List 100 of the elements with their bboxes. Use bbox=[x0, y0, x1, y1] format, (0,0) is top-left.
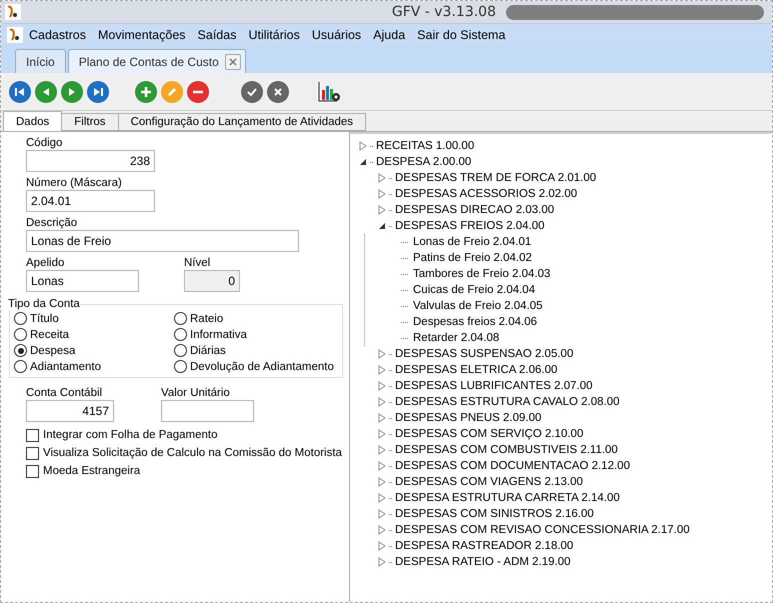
tree-item[interactable]: DESPESAS SUSPENSAO 2.05.00 bbox=[395, 348, 574, 360]
expand-triangle-icon[interactable] bbox=[377, 173, 387, 183]
expand-triangle-icon[interactable] bbox=[377, 477, 387, 487]
tree-item[interactable]: DESPESAS FREIOS 2.04.00 bbox=[395, 220, 545, 232]
first-record-icon[interactable] bbox=[9, 80, 31, 102]
expand-triangle-icon[interactable] bbox=[377, 557, 387, 567]
collapse-triangle-icon[interactable] bbox=[358, 157, 368, 167]
cancel-icon[interactable] bbox=[267, 80, 289, 102]
tree-item[interactable]: DESPESAS PNEUS 2.09.00 bbox=[395, 412, 542, 424]
add-icon[interactable] bbox=[135, 80, 157, 102]
radio-option[interactable]: Título bbox=[14, 312, 174, 325]
tree-item[interactable]: DESPESA RASTREADOR 2.18.00 bbox=[395, 540, 574, 552]
tree-item[interactable]: DESPESAS COM COMBUSTIVEIS 2.11.00 bbox=[395, 444, 618, 456]
field-label: Código bbox=[26, 136, 64, 150]
tree-item[interactable]: Tambores de Freio 2.04.03 bbox=[413, 268, 550, 280]
tree-item[interactable]: DESPESAS ESTRUTURA CAVALO 2.08.00 bbox=[395, 396, 620, 408]
radio-button[interactable] bbox=[174, 312, 187, 325]
radio-option[interactable]: Informativa bbox=[174, 328, 336, 341]
tree-item[interactable]: DESPESAS COM SERVIÇO 2.10.00 bbox=[395, 428, 584, 440]
form-tab[interactable]: Filtros bbox=[61, 113, 119, 131]
expand-triangle-icon[interactable] bbox=[377, 397, 387, 407]
tree-item[interactable]: DESPESAS ACESSORIOS 2.02.00 bbox=[395, 188, 578, 200]
tree-item[interactable]: DESPESAS TREM DE FORCA 2.01.00 bbox=[395, 172, 596, 184]
menu-item[interactable]: Sair do Sistema bbox=[417, 28, 506, 42]
input-field[interactable]: 4157 bbox=[26, 400, 114, 422]
radio-option[interactable]: Rateio bbox=[174, 312, 336, 325]
input-field[interactable]: Lonas de Freio bbox=[26, 230, 299, 252]
expand-triangle-icon[interactable] bbox=[377, 429, 387, 439]
radio-option[interactable]: Devolução de Adiantamento bbox=[174, 360, 336, 373]
previous-icon[interactable] bbox=[35, 80, 57, 102]
input-field[interactable]: 238 bbox=[26, 150, 155, 172]
expand-triangle-icon[interactable] bbox=[377, 541, 387, 551]
radio-option[interactable]: Adiantamento bbox=[14, 360, 174, 373]
radio-button[interactable] bbox=[174, 360, 187, 373]
form-tab[interactable]: Configuração do Lançamento de Atividades bbox=[118, 113, 366, 131]
radio-option[interactable]: Despesa bbox=[14, 344, 174, 357]
tree-item[interactable]: DESPESAS COM DOCUMENTACAO 2.12.00 bbox=[395, 460, 630, 472]
expand-triangle-icon[interactable] bbox=[377, 205, 387, 215]
tree-item[interactable]: DESPESAS COM VIAGENS 2.13.00 bbox=[395, 476, 583, 488]
menu-item[interactable]: Movimentações bbox=[98, 28, 186, 42]
tree-item[interactable]: Patins de Freio 2.04.02 bbox=[413, 252, 532, 264]
checkbox[interactable] bbox=[26, 464, 39, 478]
expand-triangle-icon[interactable] bbox=[377, 381, 387, 391]
tree-item[interactable]: Despesas freios 2.04.06 bbox=[413, 316, 538, 328]
app-logo-icon bbox=[5, 4, 21, 20]
tree-item[interactable]: Retarder 2.04.08 bbox=[413, 332, 500, 344]
radio-button[interactable] bbox=[174, 344, 187, 357]
tree-item[interactable]: DESPESAS ELETRICA 2.06.00 bbox=[395, 364, 558, 376]
document-tab[interactable]: Plano de Contas de Custo bbox=[68, 49, 246, 73]
tree-item[interactable]: DESPESAS COM REVISAO CONCESSIONARIA 2.17.00 bbox=[395, 524, 690, 536]
radio-button[interactable] bbox=[14, 328, 27, 341]
menu-item[interactable]: Ajuda bbox=[373, 28, 406, 42]
tree-item[interactable]: Cuicas de Freio 2.04.04 bbox=[413, 284, 536, 296]
radio-option[interactable]: Receita bbox=[14, 328, 174, 341]
tree-item[interactable]: DESPESAS DIRECAO 2.03.00 bbox=[395, 204, 554, 216]
input-field[interactable]: Lonas bbox=[26, 270, 139, 292]
expand-triangle-icon[interactable] bbox=[377, 493, 387, 503]
expand-triangle-icon[interactable] bbox=[377, 349, 387, 359]
radio-button[interactable] bbox=[14, 312, 27, 325]
expand-triangle-icon[interactable] bbox=[377, 413, 387, 423]
tree-item[interactable]: DESPESA RATEIO - ADM 2.19.00 bbox=[395, 556, 571, 568]
tree-item[interactable]: DESPESA 2.00.00 bbox=[376, 156, 472, 168]
menu-item[interactable]: Saídas bbox=[198, 28, 236, 42]
expand-triangle-icon[interactable] bbox=[377, 525, 387, 535]
radio-label: Devolução de Adiantamento bbox=[190, 360, 334, 372]
expand-triangle-icon[interactable] bbox=[377, 189, 387, 199]
radio-button[interactable] bbox=[174, 328, 187, 341]
tree-item[interactable]: Valvulas de Freio 2.04.05 bbox=[413, 300, 543, 312]
confirm-check-icon[interactable] bbox=[241, 80, 263, 102]
document-tab[interactable]: Início bbox=[15, 49, 66, 73]
remove-icon[interactable] bbox=[187, 80, 209, 102]
menu-item[interactable]: Utilitários bbox=[248, 28, 300, 42]
expand-triangle-icon[interactable] bbox=[377, 365, 387, 375]
menu-item[interactable]: Cadastros bbox=[29, 28, 86, 42]
tree-item[interactable]: DESPESAS LUBRIFICANTES 2.07.00 bbox=[395, 380, 592, 392]
expand-triangle-icon[interactable] bbox=[377, 509, 387, 519]
last-record-icon[interactable] bbox=[87, 80, 109, 102]
input-field[interactable]: 2.04.01 bbox=[26, 190, 155, 212]
chart-settings-icon[interactable] bbox=[317, 80, 341, 102]
collapse-triangle-icon[interactable] bbox=[377, 221, 387, 231]
radio-button[interactable] bbox=[14, 344, 27, 357]
menu-item[interactable]: Usuários bbox=[312, 28, 362, 42]
next-icon[interactable] bbox=[61, 80, 83, 102]
expand-triangle-icon[interactable] bbox=[377, 461, 387, 471]
checkbox[interactable] bbox=[26, 446, 39, 460]
input-field[interactable] bbox=[161, 400, 254, 422]
edit-pencil-icon[interactable] bbox=[161, 80, 183, 102]
field-label: Número (Máscara) bbox=[26, 176, 123, 190]
form-tab[interactable]: Dados bbox=[3, 111, 62, 131]
expand-triangle-icon[interactable] bbox=[358, 141, 368, 151]
group-title: Tipo da Conta bbox=[8, 298, 80, 310]
checkbox[interactable] bbox=[26, 428, 39, 442]
radio-option[interactable]: Diárias bbox=[174, 344, 336, 357]
tree-item[interactable]: DESPESAS COM SINISTROS 2.16.00 bbox=[395, 508, 594, 520]
tree-item[interactable]: DESPESA ESTRUTURA CARRETA 2.14.00 bbox=[395, 492, 620, 504]
expand-triangle-icon[interactable] bbox=[377, 445, 387, 455]
close-icon[interactable] bbox=[224, 54, 241, 70]
radio-button[interactable] bbox=[14, 360, 27, 373]
tree-item[interactable]: RECEITAS 1.00.00 bbox=[376, 140, 474, 152]
tree-item[interactable]: Lonas de Freio 2.04.01 bbox=[413, 236, 532, 248]
